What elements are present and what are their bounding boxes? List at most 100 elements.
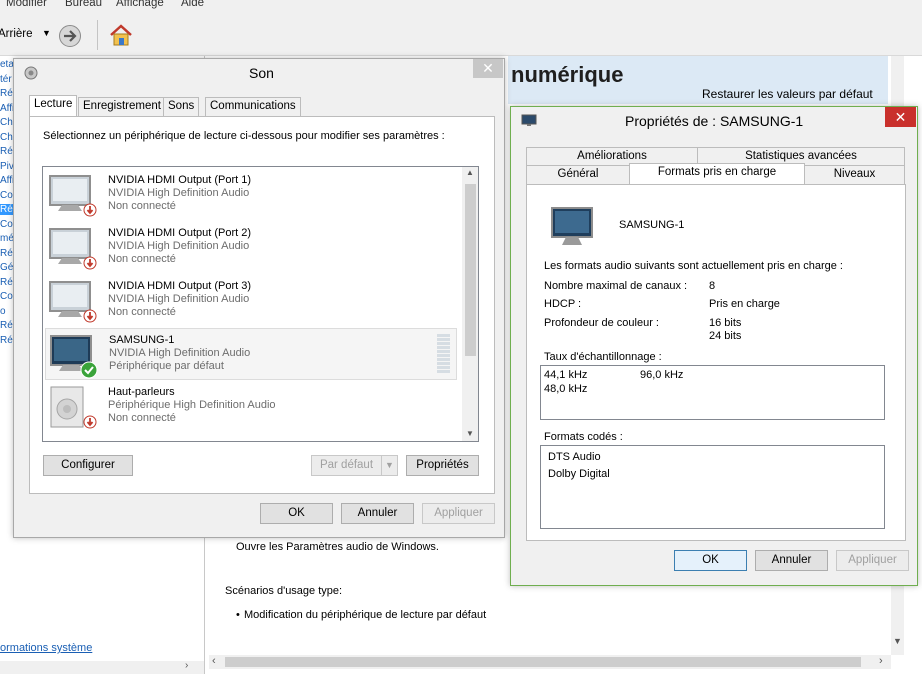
left-pane-item[interactable]: o (0, 306, 14, 317)
device-list-scrollbar[interactable]: ▲ ▼ (462, 167, 478, 441)
left-pane-item[interactable]: eta (0, 59, 14, 70)
left-pane-item[interactable]: Rég (0, 277, 14, 288)
page-title: numérique (511, 62, 624, 87)
channels-value: 8 (709, 280, 716, 292)
toolbar: Arrière ▼ (0, 12, 922, 56)
left-pane-item[interactable]: Affi (0, 103, 14, 114)
left-pane-item[interactable]: Rég (0, 146, 14, 157)
properties-titlebar[interactable]: Propriétés de : SAMSUNG-1 ✕ (511, 107, 917, 133)
properties-title: Propriétés de : SAMSUNG-1 (625, 113, 804, 129)
left-pane-item[interactable]: Pivo (0, 161, 14, 172)
device-name: SAMSUNG-1 (109, 334, 175, 346)
default-button[interactable]: Par défaut (311, 455, 382, 476)
rates-label: Taux d'échantillonnage : (544, 351, 662, 363)
device-list[interactable]: NVIDIA HDMI Output (Port 1) NVIDIA High D… (42, 166, 479, 442)
main-hscrollbar[interactable]: ‹ › (209, 655, 891, 669)
device-row[interactable]: NVIDIA HDMI Output (Port 1) NVIDIA High D… (45, 169, 457, 221)
device-row[interactable]: NVIDIA HDMI Output (Port 3) NVIDIA High D… (45, 275, 457, 327)
device-status: Non connecté (108, 306, 176, 318)
device-name: NVIDIA HDMI Output (Port 3) (108, 280, 252, 292)
restore-defaults-link[interactable]: Restaurer les valeurs par défaut (702, 87, 873, 101)
left-pane-item[interactable]: Rég (0, 248, 14, 259)
hdcp-value: Pris en charge (709, 298, 780, 310)
tab-lecture[interactable]: Lecture (29, 95, 78, 116)
lecture-panel: Sélectionnez un périphérique de lecture … (29, 116, 495, 494)
codec-item: DTS Audio (548, 451, 601, 463)
properties-ok-button[interactable]: OK (674, 550, 747, 571)
formats-intro: Les formats audio suivants sont actuelle… (544, 260, 843, 272)
configure-button[interactable]: Configurer (43, 455, 133, 476)
speaker-gear-icon (24, 66, 38, 80)
left-pane-item[interactable]: Affi (0, 175, 14, 186)
left-pane-item[interactable]: Con (0, 219, 14, 230)
back-dropdown-icon[interactable]: ▼ (42, 28, 51, 38)
sound-title: Son (249, 65, 274, 81)
menu-bar: Modifier Bureau Affichage Aide (0, 0, 922, 12)
left-pane-item[interactable]: tér (0, 74, 14, 85)
left-pane-item[interactable]: Rég (0, 204, 14, 215)
depth-value-16: 16 bits (709, 317, 742, 329)
instruction-text: Sélectionnez un périphérique de lecture … (43, 130, 445, 142)
tab-niveaux[interactable]: Niveaux (804, 165, 905, 184)
codecs-list[interactable]: DTS Audio Dolby Digital (540, 445, 885, 529)
device-name: Haut-parleurs (108, 386, 175, 398)
tab-enregistrement[interactable]: Enregistrement (78, 97, 166, 116)
menu-affichage[interactable]: Affichage (116, 0, 164, 9)
properties-apply-button[interactable]: Appliquer (836, 550, 909, 571)
left-pane-item[interactable]: mé (0, 233, 14, 244)
codec-item: Dolby Digital (548, 468, 610, 480)
rate-item: 48,0 kHz (544, 383, 588, 395)
sound-ok-button[interactable]: OK (260, 503, 333, 524)
formats-panel: SAMSUNG-1 Les formats audio suivants son… (526, 184, 906, 541)
system-info-link[interactable]: ormations système (0, 642, 92, 654)
tab-sons[interactable]: Sons (163, 97, 200, 116)
left-pane-item[interactable]: Con (0, 291, 14, 302)
scenario-item: Modification du périphérique de lecture … (244, 609, 487, 621)
left-pane-item[interactable]: Gér (0, 262, 14, 273)
left-hscrollbar[interactable]: › (0, 660, 204, 674)
left-pane-item[interactable]: Cha (0, 117, 14, 128)
disconnected-icon (83, 203, 97, 217)
device-row[interactable]: Haut-parleurs Périphérique High Definitio… (45, 381, 457, 433)
device-status: Non connecté (108, 200, 176, 212)
menu-aide[interactable]: Aide (181, 0, 204, 9)
checkmark-icon (80, 361, 98, 379)
sound-cancel-button[interactable]: Annuler (341, 503, 414, 524)
device-driver: NVIDIA High Definition Audio (109, 347, 251, 359)
sound-apply-button[interactable]: Appliquer (422, 503, 495, 524)
disconnected-icon (83, 256, 97, 270)
sound-close-button[interactable]: ✕ (473, 59, 503, 78)
codecs-label: Formats codés : (544, 431, 623, 443)
main-hscroll-thumb[interactable] (225, 657, 861, 667)
back-button[interactable]: Arrière (0, 28, 33, 40)
volume-meter (437, 334, 450, 374)
device-row[interactable]: SAMSUNG-1 NVIDIA High Definition Audio Pér… (45, 328, 457, 380)
device-row[interactable]: NVIDIA HDMI Output (Port 2) NVIDIA High D… (45, 222, 457, 274)
properties-close-button[interactable]: ✕ (885, 107, 916, 127)
menu-modifier[interactable]: Modifier (6, 0, 47, 9)
depth-value-24: 24 bits (709, 330, 742, 342)
device-name: NVIDIA HDMI Output (Port 1) (108, 174, 252, 186)
left-pane-item[interactable]: Rég (0, 88, 14, 99)
left-pane-item[interactable]: Cha (0, 132, 14, 143)
left-pane-item[interactable]: Con (0, 190, 14, 201)
menu-bureau[interactable]: Bureau (65, 0, 102, 9)
properties-button[interactable]: Propriétés (406, 455, 479, 476)
device-list-scroll-thumb[interactable] (465, 184, 476, 356)
left-pane-item[interactable]: Rég (0, 335, 14, 346)
left-pane-item[interactable]: Rég (0, 320, 14, 331)
default-dropdown-icon[interactable]: ▼ (381, 455, 398, 476)
tab-general[interactable]: Général (526, 165, 630, 184)
rate-item: 44,1 kHz (544, 369, 588, 381)
channels-label: Nombre maximal de canaux : (544, 280, 688, 292)
forward-arrow-icon[interactable] (58, 24, 82, 48)
properties-cancel-button[interactable]: Annuler (755, 550, 828, 571)
home-icon[interactable] (108, 22, 134, 48)
device-status: Non connecté (108, 253, 176, 265)
samsung-monitor-icon (551, 207, 593, 245)
tab-formats[interactable]: Formats pris en charge (629, 163, 805, 184)
rates-list[interactable]: 44,1 kHz 96,0 kHz 48,0 kHz (540, 365, 885, 420)
device-driver: NVIDIA High Definition Audio (108, 293, 250, 305)
tab-communications[interactable]: Communications (205, 97, 301, 116)
sound-titlebar[interactable]: Son ✕ (14, 59, 504, 87)
